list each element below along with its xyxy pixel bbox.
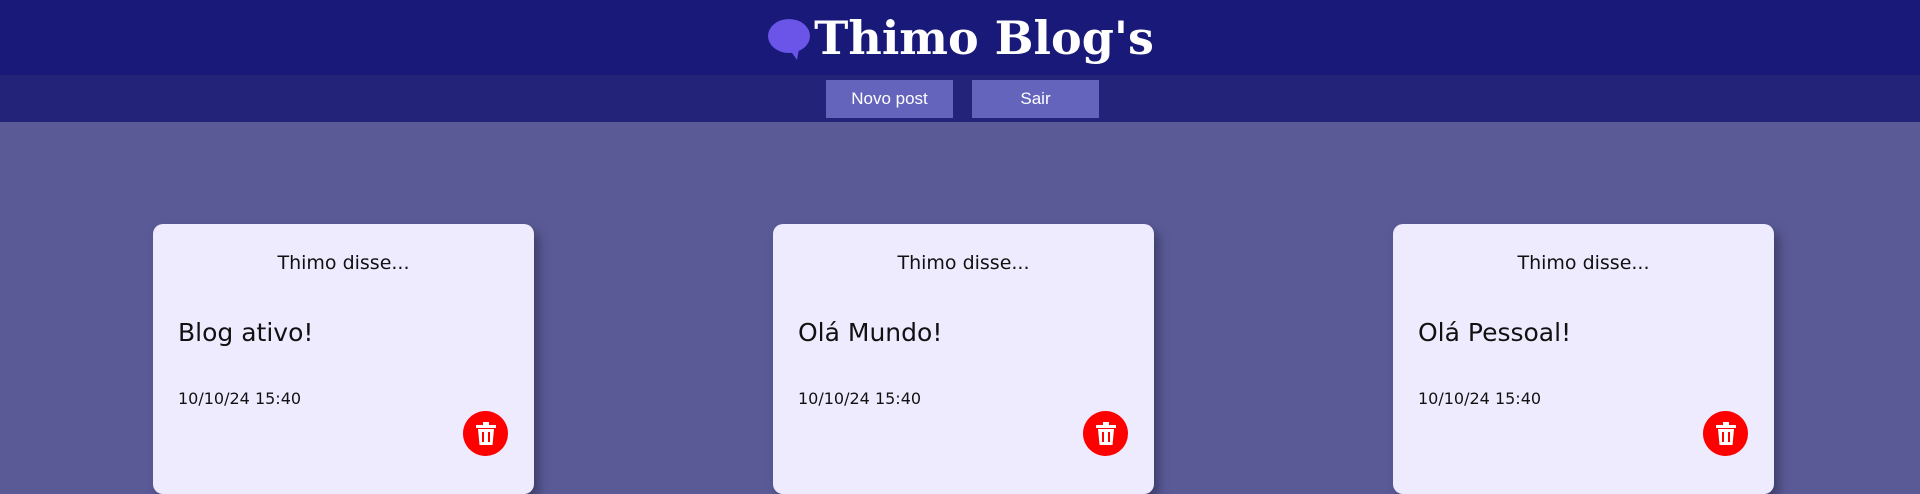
site-header: Thimo Blog's xyxy=(0,0,1920,75)
trash-icon xyxy=(1715,421,1736,445)
post-date: 10/10/24 15:40 xyxy=(1418,389,1542,408)
post-card: Thimo disse... Olá Pessoal! 10/10/24 15:… xyxy=(1393,224,1774,494)
site-title: Thimo Blog's xyxy=(814,10,1154,65)
post-text: Olá Mundo! xyxy=(798,318,943,347)
new-post-button[interactable]: Novo post xyxy=(826,80,953,118)
logout-button[interactable]: Sair xyxy=(972,80,1099,118)
delete-post-button[interactable] xyxy=(463,411,508,456)
post-text: Olá Pessoal! xyxy=(1418,318,1572,347)
post-author: Thimo disse... xyxy=(1517,252,1650,274)
post-card: Thimo disse... Blog ativo! 10/10/24 15:4… xyxy=(153,224,534,494)
post-author: Thimo disse... xyxy=(277,252,410,274)
post-author: Thimo disse... xyxy=(897,252,1030,274)
site-logo[interactable]: Thimo Blog's xyxy=(0,0,1920,75)
trash-icon xyxy=(475,421,496,445)
delete-post-button[interactable] xyxy=(1703,411,1748,456)
post-date: 10/10/24 15:40 xyxy=(798,389,922,408)
nav-bar: Novo post Sair xyxy=(0,75,1920,122)
delete-post-button[interactable] xyxy=(1083,411,1128,456)
post-text: Blog ativo! xyxy=(178,318,314,347)
trash-icon xyxy=(1095,421,1116,445)
post-date: 10/10/24 15:40 xyxy=(178,389,302,408)
post-card: Thimo disse... Olá Mundo! 10/10/24 15:40 xyxy=(773,224,1154,494)
speech-bubble-icon xyxy=(768,18,811,60)
